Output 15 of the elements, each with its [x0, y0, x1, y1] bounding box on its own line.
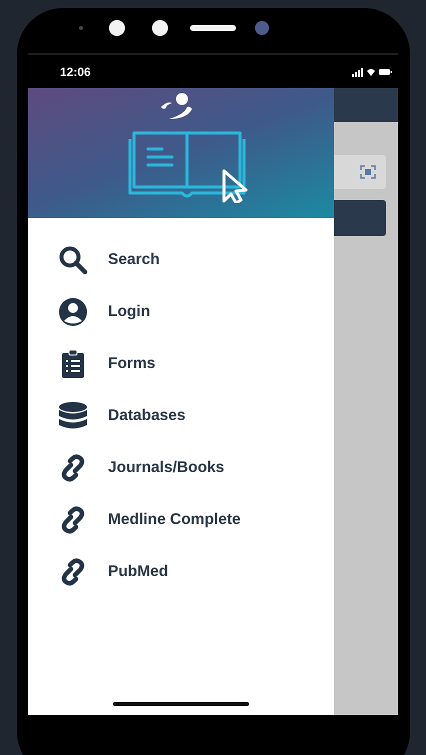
database-icon	[58, 401, 88, 431]
menu-item[interactable]: Login	[28, 286, 334, 338]
menu-item[interactable]: Journals/Books	[28, 442, 334, 494]
menu-item[interactable]: Search	[28, 234, 334, 286]
menu-item[interactable]: PubMed	[28, 546, 334, 598]
menu-item[interactable]: Forms	[28, 338, 334, 390]
search-icon	[58, 245, 88, 275]
app-header	[334, 88, 398, 122]
status-icons-drawing	[352, 66, 392, 78]
menu-item[interactable]: Medline Complete	[28, 494, 334, 546]
scan-icon	[360, 165, 376, 179]
status-time: 12:06	[60, 64, 91, 78]
user-icon	[58, 297, 88, 327]
search-field[interactable]	[334, 155, 386, 189]
menu-item[interactable]: Databases	[28, 390, 334, 442]
